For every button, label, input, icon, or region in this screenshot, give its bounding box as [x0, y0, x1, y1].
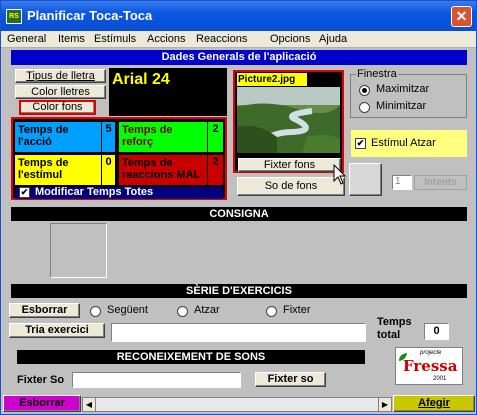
timer-wrong-label: Temps de reaccions MAL — [122, 157, 201, 181]
timer-wrong: Temps de reaccions MAL 2 — [119, 155, 223, 185]
next-label: Següent — [107, 304, 148, 316]
picture-preview — [237, 87, 340, 156]
timer-action-value[interactable]: 5 — [101, 122, 115, 152]
sound-file-input[interactable] — [72, 372, 241, 388]
timer-action: Temps de l'acció 5 — [15, 122, 115, 152]
app-icon: RS — [6, 9, 22, 24]
file-radio[interactable] — [266, 306, 277, 317]
next-radio[interactable] — [90, 306, 101, 317]
window-group-title: Finestra — [356, 68, 398, 80]
close-button[interactable]: ✕ — [451, 6, 472, 27]
choose-exercise-button[interactable]: Tria exercici — [9, 323, 105, 338]
timer-wrong-value[interactable]: 2 — [207, 155, 223, 185]
series-header: SÈRIE D'EXERCICIS — [11, 284, 467, 298]
timer-stimulus-value[interactable]: 0 — [101, 155, 115, 185]
attempts-input[interactable]: 1 — [392, 175, 412, 190]
random-stimulus-row[interactable]: ✔ Estímul Atzar — [351, 130, 467, 157]
timer-stimulus: Temps de l'estímul 0 — [15, 155, 115, 185]
consigna-header: CONSIGNA — [11, 207, 467, 221]
font-color-button[interactable]: Color lletres — [15, 85, 106, 99]
total-time-label-1: Temps — [377, 316, 412, 328]
minimize-label: Minimitzar — [376, 100, 427, 112]
menu-estimuls[interactable]: Estímuls — [94, 33, 136, 45]
logo-name: Fressa — [403, 357, 458, 375]
timers-panel: Temps de l'acció 5 Temps de reforç 2 Tem… — [11, 117, 227, 200]
menu-general[interactable]: General — [7, 33, 46, 45]
logo-year: 2001 — [433, 376, 447, 382]
font-preview: Arial 24 — [109, 68, 227, 116]
background-sound-button[interactable]: So de fons — [237, 177, 345, 196]
minimize-radio[interactable] — [359, 102, 370, 113]
modify-all-label: Modificar Temps Totes — [35, 186, 154, 198]
maximize-label: Maximitzar — [376, 83, 430, 95]
timer-reinforce-label: Temps de reforç — [122, 124, 173, 148]
app-window: RS Planificar Toca-Toca ✕ General Items … — [0, 0, 477, 415]
landscape-image — [237, 87, 340, 156]
items-scrollbar[interactable]: ◀ ▶ — [82, 397, 392, 412]
total-time-input[interactable]: 0 — [424, 323, 449, 340]
menu-reaccions[interactable]: Reaccions — [196, 33, 247, 45]
sound-header: RECONEIXEMENT DE SONS — [17, 350, 365, 364]
fressa-logo: projecte Fressa 2001 — [395, 347, 463, 385]
window-title: Planificar Toca-Toca — [27, 8, 153, 23]
add-button[interactable]: Afegir — [393, 395, 475, 412]
file-label: Fixter — [283, 304, 311, 316]
set-background-button[interactable]: Fixter fons — [238, 158, 341, 172]
scroll-left-icon[interactable]: ◀ — [83, 398, 96, 411]
random-stimulus-checkbox[interactable]: ✔ — [355, 138, 366, 149]
picture-panel: Picture2.jpg Fixter fons — [233, 70, 344, 173]
menu-bar: General Items Estímuls Accions Reaccions… — [1, 31, 476, 48]
random-radio[interactable] — [177, 306, 188, 317]
random-stimulus-label: Estímul Atzar — [371, 137, 436, 149]
timer-stimulus-label: Temps de l'estímul — [18, 157, 69, 181]
scroll-right-icon[interactable]: ▶ — [378, 398, 391, 411]
random-label: Atzar — [194, 304, 220, 316]
modify-all-row[interactable]: ✔ Modificar Temps Totes — [15, 186, 223, 199]
modify-all-checkbox[interactable]: ✔ — [19, 187, 30, 198]
timer-reinforce-value[interactable]: 2 — [207, 122, 223, 152]
font-type-button[interactable]: Tipus de lletra — [15, 69, 106, 83]
menu-accions[interactable]: Accions — [147, 33, 186, 45]
picture-filename: Picture2.jpg — [237, 73, 307, 86]
attempts-label: Intents — [414, 175, 467, 190]
bottom-clear-button[interactable]: Esborrar — [3, 395, 81, 412]
general-data-header: Dades Generals de l'aplicació — [11, 50, 467, 65]
series-clear-button[interactable]: Esborrar — [9, 303, 80, 318]
menu-opcions[interactable]: Opcions — [270, 33, 310, 45]
exercise-path-input[interactable] — [111, 323, 366, 342]
menu-items[interactable]: Items — [58, 33, 85, 45]
maximize-radio[interactable] — [359, 85, 370, 96]
attempts-button[interactable] — [349, 163, 382, 196]
consigna-image-slot[interactable] — [50, 223, 107, 278]
title-bar[interactable]: RS Planificar Toca-Toca ✕ — [1, 1, 476, 31]
bg-color-button[interactable]: Color fons — [19, 100, 96, 115]
logo-top-text: projecte — [420, 350, 442, 356]
timer-reinforce: Temps de reforç 2 — [119, 122, 223, 152]
timer-action-label: Temps de l'acció — [18, 124, 69, 148]
mouse-cursor-icon — [333, 163, 347, 186]
sound-file-label: Fixter So — [17, 374, 65, 386]
leaf-icon — [398, 352, 408, 362]
total-time-label-2: total — [377, 329, 401, 341]
menu-ajuda[interactable]: Ajuda — [319, 33, 347, 45]
set-sound-button[interactable]: Fixter so — [255, 372, 326, 387]
close-icon: ✕ — [455, 8, 468, 24]
